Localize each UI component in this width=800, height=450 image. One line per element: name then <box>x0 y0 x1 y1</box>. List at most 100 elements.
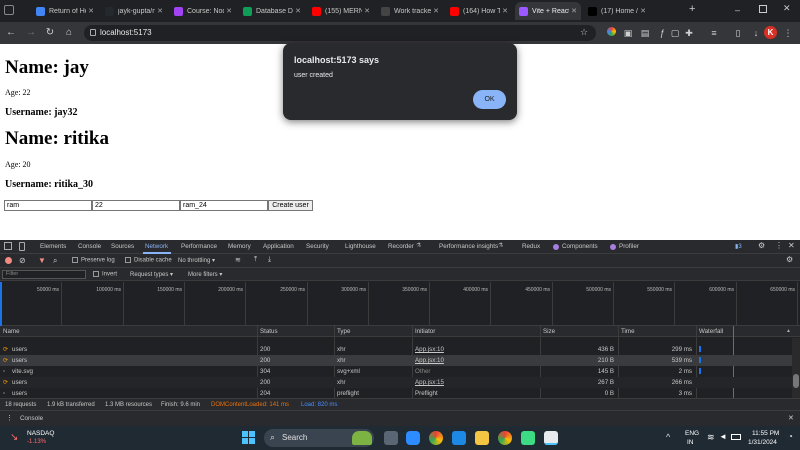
app-icon[interactable] <box>544 431 558 445</box>
inspect-element-icon[interactable] <box>4 242 12 250</box>
record-icon[interactable] <box>5 257 12 264</box>
battery-icon[interactable] <box>731 434 741 440</box>
download-icon[interactable]: ↓ <box>750 26 762 40</box>
invert-checkbox[interactable]: Invert <box>93 271 117 278</box>
clock-time[interactable]: 11:55 PM <box>752 430 779 437</box>
request-types-dropdown[interactable]: Request types ▾ <box>130 271 173 278</box>
task-view-icon[interactable] <box>384 431 398 445</box>
cell-initiator[interactable]: App.jsx:15 <box>415 379 444 386</box>
puzzle-icon[interactable]: ✚ <box>683 26 695 40</box>
tray-chevron-icon[interactable]: ^ <box>666 432 670 442</box>
language-top[interactable]: ENG <box>685 430 699 437</box>
drawer-tab-console[interactable]: Console <box>20 415 43 422</box>
cell-initiator[interactable]: App.jsx:10 <box>415 357 444 364</box>
filter-funnel-icon[interactable]: ▼ <box>38 256 46 265</box>
chrome-icon[interactable] <box>429 431 443 445</box>
volume-icon[interactable]: ◄ <box>719 432 727 441</box>
notification-bell-icon[interactable]: ◔ <box>788 432 793 441</box>
browser-tab[interactable]: (155) MERN ✕ <box>308 2 374 20</box>
issues-badge[interactable]: ▮3 <box>735 243 742 250</box>
address-bar[interactable]: localhost:5173 ☆ <box>84 25 596 41</box>
devtools-tab-application[interactable]: Application <box>263 243 294 250</box>
more-filters-dropdown[interactable]: More filters ▾ <box>188 271 222 278</box>
export-har-icon[interactable]: ⤓ <box>268 256 271 264</box>
preserve-log-checkbox[interactable]: Preserve log <box>72 257 115 264</box>
column-header-time[interactable]: Time <box>621 328 635 335</box>
search-icon[interactable]: ⌕ <box>53 256 57 266</box>
chrome-color-icon[interactable] <box>605 26 617 40</box>
tab-close-icon[interactable]: ✕ <box>431 7 439 15</box>
devtools-tab-lighthouse[interactable]: Lighthouse <box>345 243 376 250</box>
disable-cache-checkbox[interactable]: Disable cache <box>125 257 172 264</box>
column-header-type[interactable]: Type <box>337 328 350 335</box>
vscode-icon[interactable] <box>452 431 466 445</box>
reload-icon[interactable]: ↻ <box>44 27 56 39</box>
column-header-name[interactable]: Name <box>3 328 20 335</box>
tab-search-icon[interactable] <box>4 5 14 15</box>
stock-chart-icon[interactable]: ↘ <box>10 432 18 443</box>
zoom-icon[interactable] <box>406 431 420 445</box>
tab-close-icon[interactable]: ✕ <box>569 7 577 15</box>
column-header-size[interactable]: Size <box>543 328 555 335</box>
extension-icon[interactable]: ▣ <box>622 26 634 40</box>
browser-tab[interactable]: Vite + React ✕ <box>515 2 581 20</box>
stock-name[interactable]: NASDAQ <box>27 430 54 437</box>
devtools-tab-sources[interactable]: Sources <box>111 243 134 250</box>
age-input[interactable]: 22 <box>92 200 180 211</box>
bookmark-star-icon[interactable]: ☆ <box>580 27 588 38</box>
close-window-icon[interactable]: ✕ <box>783 3 791 14</box>
cell-initiator[interactable]: Preflight <box>415 390 438 397</box>
table-row[interactable]: ▫ vite.svg 304 svg+xml Other 145 B 2 ms <box>0 366 792 377</box>
devtools-tab-network[interactable]: Network <box>145 243 168 250</box>
browser-tab[interactable]: Database De ✕ <box>239 2 305 20</box>
menu-kebab-icon[interactable]: ⋮ <box>782 26 794 40</box>
docs-icon[interactable]: ▤ <box>639 26 651 40</box>
import-har-icon[interactable]: ⤒ <box>254 256 257 264</box>
start-windows-icon[interactable] <box>242 431 255 444</box>
file-explorer-icon[interactable] <box>475 431 489 445</box>
throttling-select[interactable]: No throttling ▾ <box>178 257 215 264</box>
network-conditions-icon[interactable]: ≋ <box>235 256 241 264</box>
device-toolbar-icon[interactable] <box>19 242 25 251</box>
drawer-close-icon[interactable]: ✕ <box>788 414 794 422</box>
devtools-tab-performance[interactable]: Performance <box>181 243 217 250</box>
media-icon[interactable]: ≡ <box>708 26 720 40</box>
devtools-tab-console[interactable]: Console <box>78 243 101 250</box>
devtools-close-icon[interactable]: ✕ <box>788 241 795 250</box>
browser-tab[interactable]: Work tracker ✕ <box>377 2 443 20</box>
back-icon[interactable]: ← <box>5 27 17 39</box>
request-table-scrollbar[interactable] <box>792 338 800 398</box>
browser-tab[interactable]: Course: Node✕ <box>170 2 236 20</box>
network-settings-icon[interactable]: ⚙ <box>786 255 793 264</box>
devtools-tab-redux[interactable]: Redux <box>522 243 540 250</box>
profile-avatar[interactable]: K <box>764 26 777 39</box>
wifi-icon[interactable]: ≋ <box>707 432 715 443</box>
tab-close-icon[interactable]: ✕ <box>155 7 163 15</box>
devtools-tab-memory[interactable]: Memory <box>228 243 251 250</box>
browser-tab[interactable]: (17) Home / ✕ <box>584 2 650 20</box>
tab-close-icon[interactable]: ✕ <box>224 7 232 15</box>
alert-ok-button[interactable]: OK <box>473 90 506 109</box>
cell-initiator[interactable]: App.jsx:10 <box>415 346 444 353</box>
minimize-icon[interactable]: – <box>735 5 740 15</box>
column-header-waterfall[interactable]: Waterfall <box>699 328 723 335</box>
devtools-tab-performance-insights[interactable]: Performance insights <box>439 243 498 250</box>
clear-icon[interactable]: ⊘ <box>19 256 26 265</box>
taskbar-search[interactable]: ⌕ Search <box>264 429 374 447</box>
android-studio-icon[interactable] <box>521 431 535 445</box>
column-header-initiator[interactable]: Initiator <box>415 328 435 335</box>
devtools-tab-profiler[interactable]: Profiler <box>619 243 639 250</box>
filter-input[interactable]: Filter <box>2 270 86 279</box>
devtools-tab-elements[interactable]: Elements <box>40 243 66 250</box>
name-input[interactable]: ram <box>4 200 92 211</box>
devtools-tab-security[interactable]: Security <box>306 243 329 250</box>
maximize-icon[interactable] <box>759 5 767 13</box>
table-row[interactable]: ⟳ users 200 xhr App.jsx:15 267 B 266 ms <box>0 377 792 388</box>
devtools-settings-icon[interactable]: ⚙ <box>758 241 765 250</box>
browser-tab[interactable]: Return of Ho ✕ <box>32 2 98 20</box>
create-user-button[interactable]: Create user <box>268 200 313 211</box>
home-icon[interactable]: ⌂ <box>63 27 75 39</box>
devtools-more-icon[interactable]: ⋮ <box>775 241 783 250</box>
table-row[interactable]: ⟳ users 200 xhr App.jsx:10 436 B 299 ms <box>0 344 792 355</box>
new-tab-button[interactable]: + <box>689 3 695 15</box>
